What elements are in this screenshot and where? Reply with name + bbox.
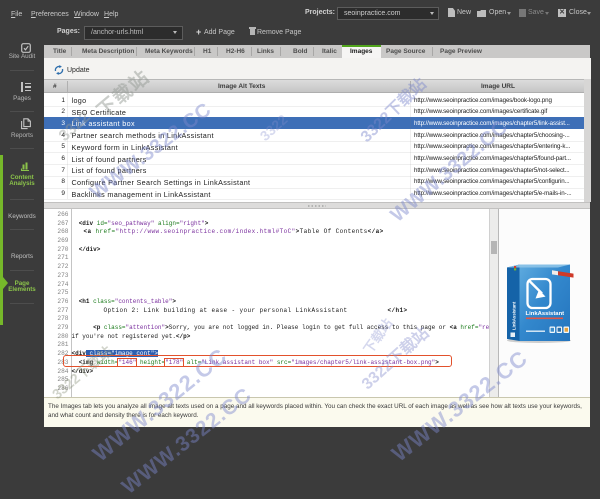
svg-text:LinkAssistant: LinkAssistant — [512, 301, 517, 330]
svg-text:LinkAssistant: LinkAssistant — [526, 311, 565, 317]
